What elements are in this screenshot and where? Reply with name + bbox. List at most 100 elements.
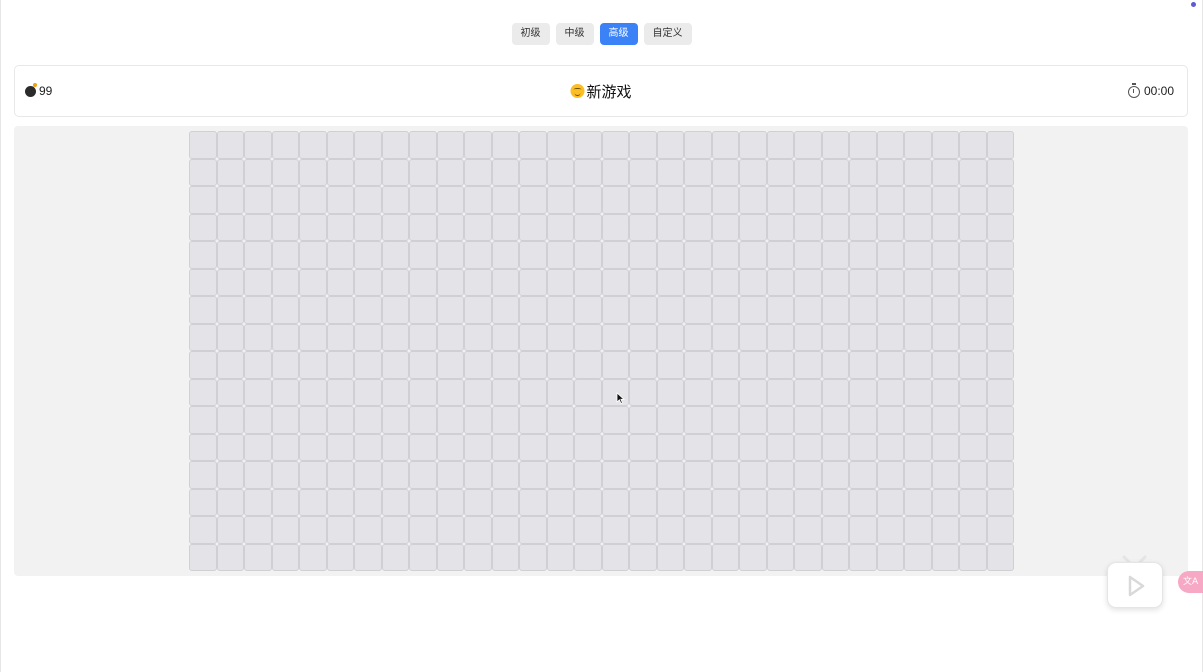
board-cell[interactable] [326,213,354,241]
board-cell[interactable] [574,323,602,351]
board-cell[interactable] [959,461,987,489]
board-cell[interactable] [656,186,684,214]
board-cell[interactable] [299,296,327,324]
board-cell[interactable] [519,296,547,324]
board-cell[interactable] [601,543,629,571]
board-cell[interactable] [904,131,932,159]
board-cell[interactable] [381,516,409,544]
board-cell[interactable] [546,296,574,324]
board-cell[interactable] [519,351,547,379]
board-cell[interactable] [794,461,822,489]
board-cell[interactable] [189,241,217,269]
board-cell[interactable] [519,186,547,214]
board-cell[interactable] [436,186,464,214]
board-cell[interactable] [546,488,574,516]
board-cell[interactable] [381,351,409,379]
board-cell[interactable] [244,131,272,159]
board-cell[interactable] [711,241,739,269]
board-cell[interactable] [491,213,519,241]
board-cell[interactable] [409,543,437,571]
board-cell[interactable] [436,516,464,544]
board-cell[interactable] [849,543,877,571]
board-cell[interactable] [931,433,959,461]
board-cell[interactable] [904,158,932,186]
board-cell[interactable] [354,158,382,186]
board-cell[interactable] [271,158,299,186]
board-cell[interactable] [326,461,354,489]
board-cell[interactable] [766,488,794,516]
board-cell[interactable] [739,131,767,159]
board-cell[interactable] [189,351,217,379]
board-cell[interactable] [684,461,712,489]
board-cell[interactable] [326,543,354,571]
board-cell[interactable] [821,268,849,296]
board-cell[interactable] [739,461,767,489]
board-cell[interactable] [546,241,574,269]
board-cell[interactable] [711,323,739,351]
board-cell[interactable] [684,378,712,406]
board-cell[interactable] [876,241,904,269]
board-cell[interactable] [464,213,492,241]
board-cell[interactable] [216,296,244,324]
board-cell[interactable] [794,488,822,516]
board-cell[interactable] [656,433,684,461]
board-cell[interactable] [711,488,739,516]
board-cell[interactable] [436,406,464,434]
board-cell[interactable] [271,213,299,241]
board-cell[interactable] [739,296,767,324]
board-cell[interactable] [629,433,657,461]
board-cell[interactable] [601,158,629,186]
board-cell[interactable] [244,543,272,571]
board-cell[interactable] [354,131,382,159]
board-cell[interactable] [409,131,437,159]
board-cell[interactable] [546,351,574,379]
board-cell[interactable] [821,378,849,406]
board-cell[interactable] [766,516,794,544]
board-cell[interactable] [574,158,602,186]
board-cell[interactable] [739,406,767,434]
board-cell[interactable] [739,268,767,296]
board-cell[interactable] [794,296,822,324]
board-cell[interactable] [244,158,272,186]
board-cell[interactable] [491,351,519,379]
board-cell[interactable] [354,543,382,571]
board-cell[interactable] [711,296,739,324]
board-cell[interactable] [849,323,877,351]
board-cell[interactable] [436,158,464,186]
board-cell[interactable] [491,461,519,489]
board-cell[interactable] [959,378,987,406]
board-cell[interactable] [354,241,382,269]
board-cell[interactable] [684,488,712,516]
board-cell[interactable] [656,241,684,269]
board-cell[interactable] [519,516,547,544]
board-cell[interactable] [931,351,959,379]
board-cell[interactable] [601,241,629,269]
board-cell[interactable] [629,378,657,406]
board-cell[interactable] [904,516,932,544]
board-cell[interactable] [876,516,904,544]
board-cell[interactable] [436,296,464,324]
board-cell[interactable] [299,351,327,379]
board-cell[interactable] [189,488,217,516]
board-cell[interactable] [464,406,492,434]
board-cell[interactable] [656,351,684,379]
board-cell[interactable] [711,131,739,159]
board-cell[interactable] [794,378,822,406]
board-cell[interactable] [189,158,217,186]
board-cell[interactable] [876,488,904,516]
board-cell[interactable] [656,543,684,571]
board-cell[interactable] [244,186,272,214]
board-cell[interactable] [381,296,409,324]
board-cell[interactable] [821,543,849,571]
board-cell[interactable] [794,268,822,296]
board-cell[interactable] [656,461,684,489]
board-cell[interactable] [491,241,519,269]
board-cell[interactable] [656,158,684,186]
board-cell[interactable] [546,406,574,434]
new-game-button[interactable]: 新游戏 [570,66,632,116]
board-cell[interactable] [904,213,932,241]
board-cell[interactable] [464,268,492,296]
board-cell[interactable] [436,241,464,269]
board-cell[interactable] [931,461,959,489]
board-cell[interactable] [189,406,217,434]
